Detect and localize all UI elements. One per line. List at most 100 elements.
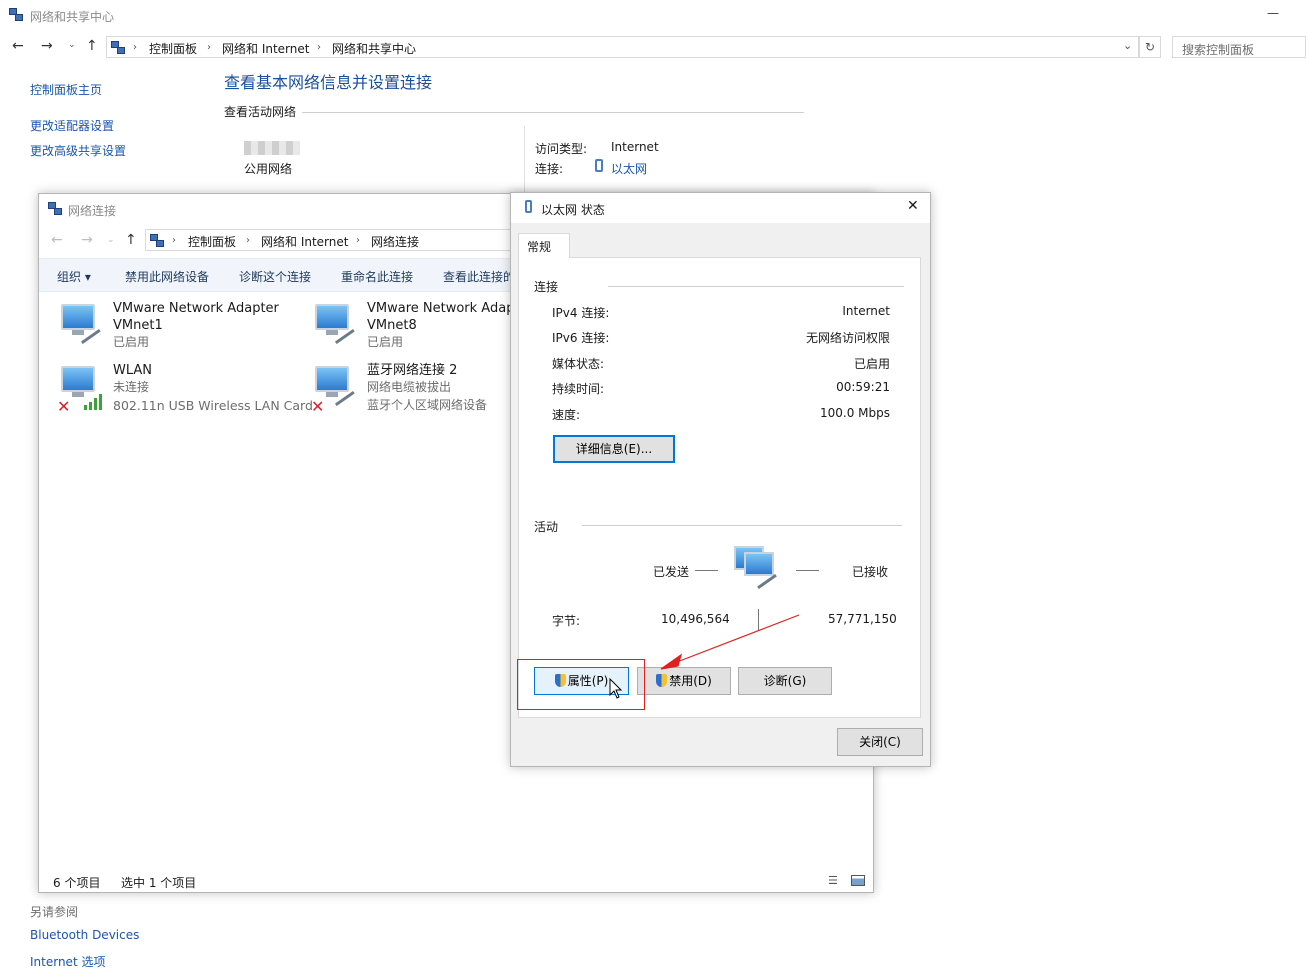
annotation-arrow-icon — [660, 614, 800, 670]
nc-address-netico-icon — [150, 234, 164, 250]
adapter-status: 已启用 — [113, 335, 150, 349]
connection-section-label: 连接 — [534, 280, 559, 294]
back-arrow-icon[interactable]: ← — [12, 38, 24, 54]
access-type-label: 访问类型: — [535, 142, 588, 156]
access-type-value: Internet — [611, 140, 659, 154]
address-dropdown-icon[interactable]: ⌄ — [1123, 39, 1132, 52]
ethernet-link[interactable]: 以太网 — [611, 160, 647, 177]
refresh-button[interactable]: ↻ — [1139, 36, 1161, 58]
sent-label: 已发送 — [653, 565, 690, 579]
adapter-bluetooth[interactable]: ✕ 蓝牙网络连接 2 网络电缆被拔出 蓝牙个人区域网络设备 — [311, 362, 511, 418]
sidebar-adapter-settings[interactable]: 更改适配器设置 — [30, 117, 114, 134]
network-adapter-icon: ✕ — [311, 366, 362, 416]
nsc-address-bar[interactable]: › 控制面板 › 网络和 Internet › 网络和共享中心 ⌄ — [106, 36, 1139, 58]
speed-label: 速度: — [552, 408, 581, 422]
wireless-adapter-icon: ✕ — [57, 366, 105, 416]
network-name-redacted — [244, 141, 300, 155]
tab-general-label: 常规 — [527, 240, 552, 254]
network-adapter-icon — [57, 304, 108, 354]
nc-crumb-network-internet[interactable]: 网络和 Internet — [261, 233, 348, 250]
address-netico-icon — [111, 41, 125, 57]
view-status-button[interactable]: 查看此连接的 — [443, 268, 515, 285]
disconnected-x-icon: ✕ — [311, 397, 325, 416]
large-icons-view-icon[interactable] — [851, 875, 865, 886]
crumb-nsc[interactable]: 网络和共享中心 — [332, 40, 416, 57]
received-line — [796, 570, 819, 571]
details-view-icon[interactable]: ☰ — [828, 874, 838, 887]
adapter-vmnet8[interactable]: VMware Network Adapter VMnet8 已启用 — [311, 300, 511, 356]
nc-back-arrow-icon[interactable]: ← — [51, 232, 63, 248]
internet-options-link[interactable]: Internet 选项 — [30, 953, 105, 970]
diagnose-connection-button[interactable]: 诊断这个连接 — [239, 268, 311, 285]
divider — [582, 525, 902, 526]
nsc-window-title: 网络和共享中心 — [30, 10, 115, 24]
ipv4-value: Internet — [842, 304, 890, 318]
page-title: 查看基本网络信息并设置连接 — [224, 73, 433, 92]
nc-address-bar[interactable]: › 控制面板 › 网络和 Internet › 网络连接 — [145, 229, 515, 251]
close-button[interactable]: 关闭(C) — [837, 728, 923, 756]
speed-value: 100.0 Mbps — [819, 406, 890, 420]
divider — [608, 286, 904, 287]
nc-crumb-control-panel[interactable]: 控制面板 — [188, 233, 236, 250]
received-label: 已接收 — [852, 565, 889, 579]
minimize-button[interactable]: — — [1267, 6, 1279, 20]
rename-connection-button[interactable]: 重命名此连接 — [341, 268, 413, 285]
bluetooth-devices-link[interactable]: Bluetooth Devices — [30, 928, 139, 942]
sent-line — [695, 570, 718, 571]
dialog-title: 以太网 状态 — [541, 203, 605, 217]
details-button[interactable]: 详细信息(E)... — [553, 435, 675, 463]
adapter-name: VMware Network Adapter — [367, 301, 511, 316]
up-arrow-icon[interactable]: ↑ — [86, 38, 98, 54]
tab-general[interactable]: 常规 — [518, 233, 570, 258]
search-placeholder: 搜索控制面板 — [1182, 43, 1255, 57]
bytes-received-value: 57,771,150 — [828, 612, 897, 626]
divider — [302, 112, 804, 113]
media-state-label: 媒体状态: — [552, 357, 605, 371]
ipv4-label: IPv4 连接: — [552, 306, 610, 320]
uac-shield-icon — [656, 674, 668, 687]
disconnected-x-icon: ✕ — [57, 397, 71, 416]
nc-up-arrow-icon[interactable]: ↑ — [125, 232, 137, 248]
organize-menu[interactable]: 组织 ▾ — [57, 268, 91, 285]
media-state-value: 已启用 — [853, 357, 890, 371]
network-type: 公用网络 — [244, 162, 293, 176]
connection-label: 连接: — [535, 162, 564, 176]
search-input[interactable]: 搜索控制面板 — [1172, 36, 1306, 58]
adapter-status: 网络电缆被拔出 — [367, 380, 452, 394]
netconn-window-icon — [48, 202, 62, 218]
network-adapter-icon — [311, 304, 362, 354]
adapter-wlan[interactable]: ✕ WLAN 未连接 802.11n USB Wireless LAN Card — [57, 362, 313, 418]
nc-forward-arrow-icon[interactable]: → — [81, 232, 93, 248]
active-networks-label: 查看活动网络 — [224, 105, 297, 119]
adapter-vmnet1[interactable]: VMware Network Adapter VMnet1 已启用 — [57, 300, 307, 356]
adapter-name: VMware Network Adapter — [113, 301, 279, 316]
close-icon[interactable]: ✕ — [907, 198, 919, 214]
nc-command-bar: 组织 ▾ 禁用此网络设备 诊断这个连接 重命名此连接 查看此连接的 — [39, 258, 515, 292]
divider-vertical — [524, 126, 525, 192]
activity-computers-icon — [734, 546, 782, 592]
duration-value: 00:59:21 — [836, 380, 890, 394]
ethernet-plug-icon — [525, 200, 532, 213]
signal-bars-icon — [84, 394, 102, 410]
adapter-name: 蓝牙网络连接 2 — [367, 363, 458, 378]
netconn-window-title: 网络连接 — [68, 204, 117, 218]
adapter-name: WLAN — [113, 363, 153, 378]
disable-device-button[interactable]: 禁用此网络设备 — [125, 268, 209, 285]
forward-arrow-icon[interactable]: → — [41, 38, 53, 54]
recent-chevron-icon[interactable]: ⌄ — [68, 40, 76, 50]
adapter-device: 蓝牙个人区域网络设备 — [367, 398, 488, 412]
activity-section-label: 活动 — [534, 520, 559, 534]
adapter-status: 未连接 — [113, 380, 150, 394]
duration-label: 持续时间: — [552, 382, 605, 396]
annotation-highlight-box — [517, 659, 645, 710]
sidebar-control-panel-home[interactable]: 控制面板主页 — [30, 81, 102, 98]
crumb-network-internet[interactable]: 网络和 Internet — [222, 40, 309, 57]
disable-button-label: 禁用(D) — [669, 674, 712, 688]
adapter-status: 已启用 — [367, 335, 404, 349]
adapter-name-line2: VMnet8 — [367, 318, 417, 333]
nc-recent-chevron-icon[interactable]: ⌄ — [107, 235, 115, 245]
sidebar-advanced-sharing[interactable]: 更改高级共享设置 — [30, 142, 126, 159]
item-count: 6 个项目 — [53, 876, 101, 890]
crumb-control-panel[interactable]: 控制面板 — [149, 40, 197, 57]
nc-crumb-network-connections[interactable]: 网络连接 — [371, 233, 419, 250]
